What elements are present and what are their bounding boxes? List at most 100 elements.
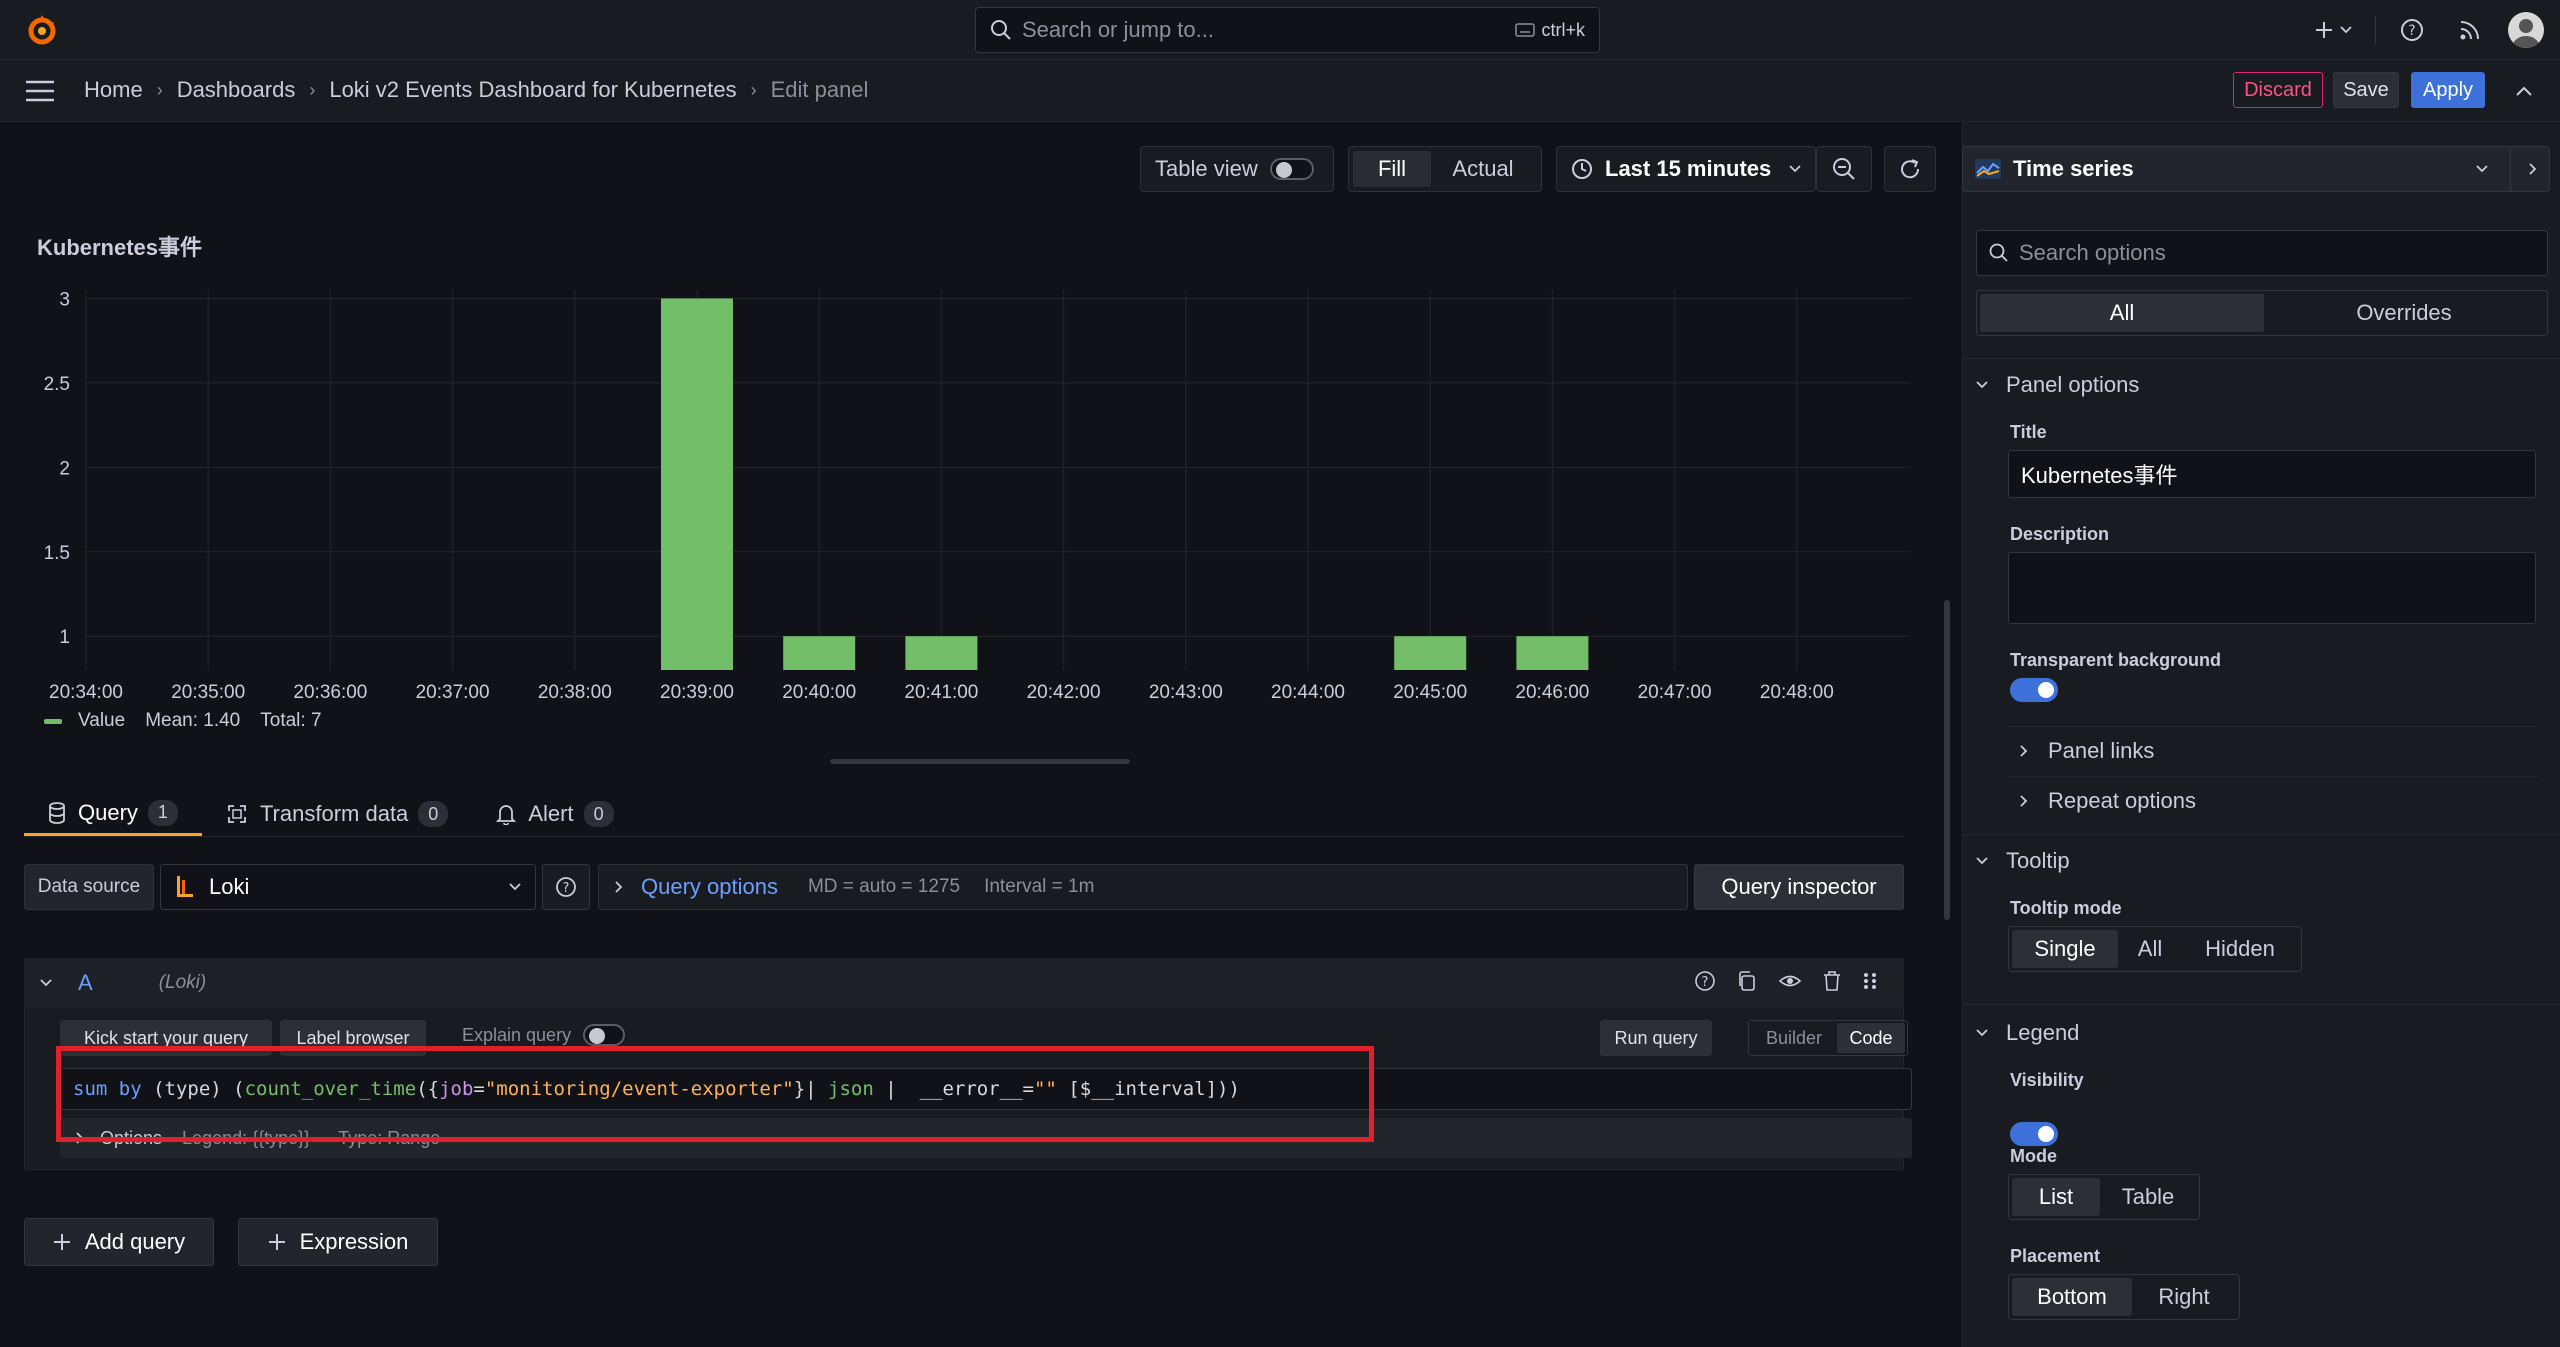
legend-placement-group: Bottom Right [2008, 1274, 2240, 1320]
drag-handle-icon[interactable] [1862, 970, 1878, 992]
explain-query-switch[interactable] [583, 1024, 626, 1046]
discard-button[interactable]: Discard [2233, 72, 2323, 108]
fill-option[interactable]: Fill [1353, 151, 1431, 187]
legend-header[interactable]: Legend [1976, 1020, 2079, 1046]
description-input[interactable] [2008, 552, 2536, 624]
apply-button[interactable]: Apply [2411, 72, 2485, 108]
collapse-button[interactable] [2510, 78, 2538, 104]
options-search-input[interactable]: Search options [1976, 230, 2548, 276]
add-expression-button[interactable]: Expression [238, 1218, 438, 1266]
chart-bar [1394, 636, 1467, 670]
actual-option[interactable]: Actual [1431, 151, 1535, 187]
transparent-switch[interactable] [2010, 678, 2058, 702]
repeat-options-header[interactable]: Repeat options [2020, 788, 2196, 814]
divider [1962, 834, 2560, 835]
editor-scrollbar[interactable] [1944, 600, 1950, 920]
search-icon [1989, 243, 2009, 263]
news-button[interactable] [2454, 14, 2486, 46]
tooltip-header[interactable]: Tooltip [1976, 848, 2070, 874]
keyboard-icon [1515, 23, 1536, 37]
resize-handle[interactable] [830, 759, 1130, 764]
editor-tabs: Query 1 Transform data 0 Alert 0 [24, 792, 638, 836]
zoom-out-button[interactable] [1816, 146, 1872, 192]
breadcrumb-dashboards[interactable]: Dashboards [177, 77, 296, 103]
legend-placement-right[interactable]: Right [2132, 1278, 2236, 1316]
chevron-right-icon: › [750, 79, 757, 100]
options-search-placeholder: Search options [2019, 240, 2166, 265]
help-button[interactable]: ? [2396, 14, 2428, 46]
query-options[interactable]: Query options MD = auto = 1275 Interval … [598, 864, 1688, 910]
datasource-picker[interactable]: Loki [160, 864, 536, 910]
trash-icon[interactable] [1822, 970, 1842, 992]
title-input[interactable]: Kubernetes事件 [2008, 450, 2536, 498]
divider [2510, 146, 2511, 192]
tab-transform[interactable]: Transform data 0 [202, 792, 472, 836]
query-row-header[interactable]: A (Loki) [24, 958, 1904, 1008]
run-query-button[interactable]: Run query [1600, 1020, 1712, 1056]
viz-picker[interactable]: Time series [1962, 146, 2550, 192]
rss-icon [2459, 19, 2481, 41]
svg-text:?: ? [2408, 23, 2415, 39]
search-shortcut: ctrl+k [1541, 19, 1585, 40]
all-overrides-toggle: All Overrides [1976, 290, 2548, 336]
top-bar: Search or jump to... ctrl+k ? [0, 0, 2560, 60]
plus-icon [268, 1233, 286, 1251]
query-ref-id[interactable]: A [78, 970, 93, 996]
chevron-down-icon[interactable] [40, 979, 52, 987]
search-input[interactable]: Search or jump to... ctrl+k [975, 7, 1600, 53]
legend-mode-list[interactable]: List [2012, 1178, 2100, 1216]
add-new-button[interactable] [2308, 14, 2358, 46]
refresh-button[interactable] [1884, 146, 1936, 192]
plus-icon [2314, 20, 2334, 40]
overrides-option[interactable]: Overrides [2264, 294, 2544, 332]
mode-label: Mode [2010, 1146, 2057, 1166]
panel-options-title: Panel options [2006, 372, 2140, 397]
query-options-label: Query options [641, 874, 778, 899]
x-tick-label: 20:44:00 [1271, 682, 1345, 703]
explain-query-toggle[interactable]: Explain query [462, 1024, 626, 1046]
y-tick-label: 1.5 [44, 543, 70, 564]
tooltip-mode-single[interactable]: Single [2012, 930, 2118, 968]
chart-svg: 3 2.5 2 1.5 1 20:34:00 20:35:00 20:36:00 20:37:0… [44, 289, 1910, 703]
builder-option[interactable]: Builder [1751, 1023, 1837, 1053]
query-inspector-button[interactable]: Query inspector [1694, 864, 1904, 910]
copy-icon[interactable] [1736, 970, 1758, 992]
eye-icon[interactable] [1778, 970, 1802, 992]
datasource-help-button[interactable]: ? [542, 864, 590, 910]
save-button[interactable]: Save [2333, 72, 2399, 108]
tooltip-mode-all[interactable]: All [2118, 930, 2182, 968]
tab-query[interactable]: Query 1 [24, 792, 202, 836]
add-query-button[interactable]: Add query [24, 1218, 214, 1266]
time-range-label: Last 15 minutes [1605, 156, 1772, 181]
tab-alert[interactable]: Alert 0 [472, 792, 637, 836]
tab-transform-count: 0 [418, 801, 449, 827]
table-view-switch[interactable] [1269, 158, 1314, 180]
visibility-switch[interactable] [2010, 1122, 2058, 1146]
breadcrumb-home[interactable]: Home [84, 77, 143, 103]
builder-code-toggle: Builder Code [1748, 1020, 1908, 1056]
loki-icon [175, 874, 197, 900]
help-icon[interactable]: ? [1694, 970, 1716, 992]
tooltip-mode-hidden[interactable]: Hidden [2182, 930, 2298, 968]
svg-text:?: ? [563, 881, 570, 896]
search-icon [990, 19, 1012, 41]
panel-links-header[interactable]: Panel links [2020, 738, 2154, 764]
chevron-down-icon [2476, 165, 2488, 173]
time-picker[interactable]: Last 15 minutes [1556, 146, 1816, 192]
grafana-logo-icon[interactable] [24, 12, 60, 48]
table-view-toggle[interactable]: Table view [1140, 146, 1334, 192]
tabs-divider [24, 836, 1904, 837]
avatar[interactable] [2508, 12, 2544, 48]
panel-title[interactable]: Kubernetes事件 [37, 230, 202, 262]
legend-mode-table[interactable]: Table [2100, 1178, 2196, 1216]
legend-placement-bottom[interactable]: Bottom [2012, 1278, 2132, 1316]
chevron-right-icon[interactable] [2529, 163, 2537, 175]
query-options-md: MD = auto = 1275 [807, 876, 961, 897]
clock-icon [1571, 158, 1593, 180]
legend[interactable]: Value Mean: 1.40 Total: 7 [44, 710, 322, 732]
all-option[interactable]: All [1980, 294, 2264, 332]
breadcrumb-dashboard[interactable]: Loki v2 Events Dashboard for Kubernetes [329, 77, 736, 103]
panel-options-header[interactable]: Panel options [1976, 372, 2139, 398]
code-option[interactable]: Code [1837, 1023, 1905, 1053]
menu-button[interactable] [24, 76, 56, 106]
